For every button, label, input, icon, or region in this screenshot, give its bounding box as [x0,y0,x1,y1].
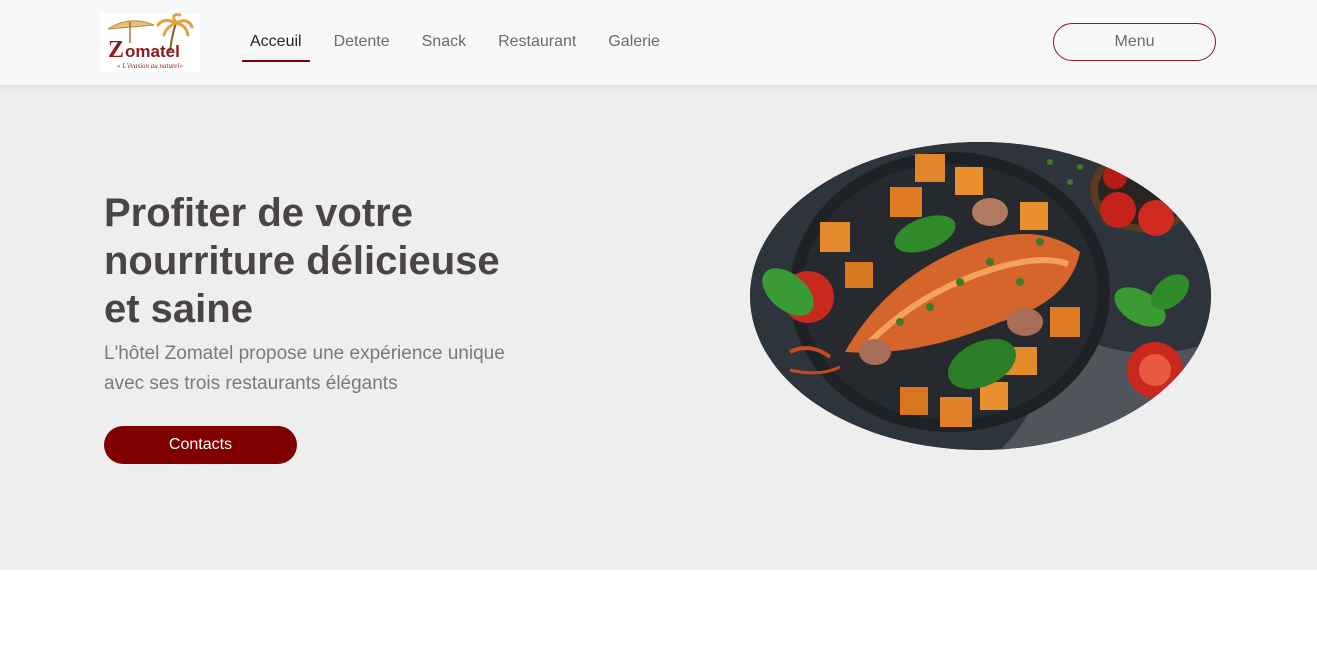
logo-brand-rest: omatel [125,42,180,61]
nav-link-restaurant[interactable]: Restaurant [490,0,584,85]
food-illustration [750,142,1211,450]
logo-brand-z: Z [108,37,124,63]
nav-link-acceuil[interactable]: Acceuil [242,0,310,85]
nav-link-galerie[interactable]: Galerie [600,0,668,85]
hero-section: Profiter de votre nourriture délicieuse … [0,85,1317,570]
nav-link-snack[interactable]: Snack [414,0,474,85]
contacts-button[interactable]: Contacts [104,426,297,464]
hero-subtitle: L'hôtel Zomatel propose une expérience u… [104,343,505,394]
hero-title: Profiter de votre nourriture délicieuse … [104,191,500,331]
menu-button[interactable]: Menu [1053,23,1216,61]
navbar: Z omatel « L'évasion au naturel» Acceuil… [0,0,1317,85]
nav-link-detente[interactable]: Detente [326,0,398,85]
logo-tagline: « L'évasion au naturel» [117,62,183,70]
zomatel-logo[interactable]: Z omatel « L'évasion au naturel» [100,13,200,72]
logo-image: Z omatel « L'évasion au naturel» [107,13,194,70]
main-nav: Acceuil Detente Snack Restaurant Galerie [242,0,684,85]
lobster-dish-image [750,142,1211,450]
